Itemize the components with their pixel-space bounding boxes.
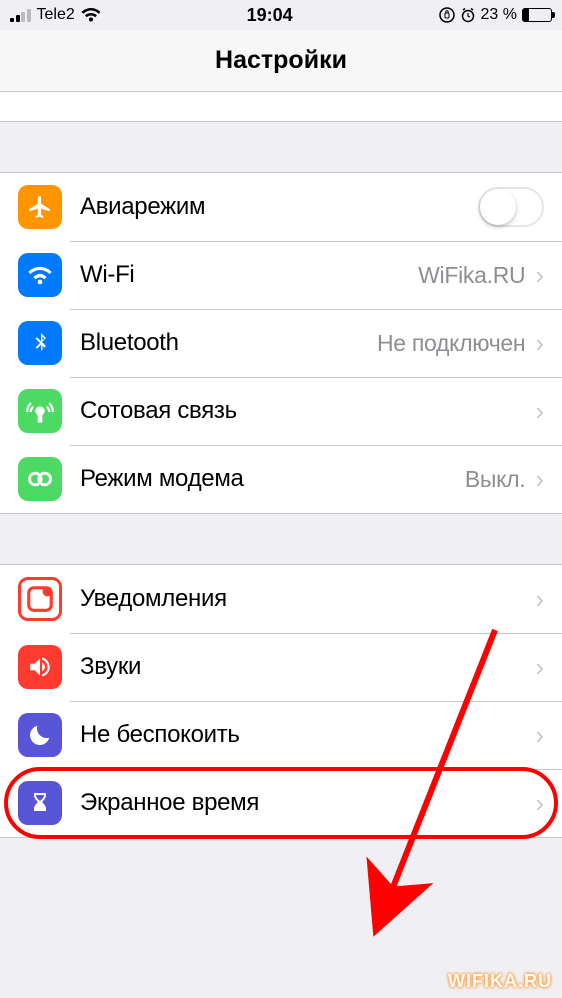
airplane-icon xyxy=(18,185,62,229)
row-label: Режим модема xyxy=(80,465,465,493)
row-value: WiFika.RU xyxy=(418,262,525,289)
battery-percent: 23 % xyxy=(481,6,517,24)
row-value: Выкл. xyxy=(465,466,526,493)
sounds-icon xyxy=(18,645,62,689)
chevron-right-icon: › xyxy=(535,464,544,495)
row-label: Экранное время xyxy=(80,789,535,817)
row-label: Не беспокоить xyxy=(80,721,535,749)
orientation-lock-icon xyxy=(439,7,455,23)
hotspot-icon xyxy=(18,457,62,501)
status-bar: Tele2 19:04 23 % xyxy=(0,0,562,30)
navbar: Настройки xyxy=(0,30,562,92)
status-time: 19:04 xyxy=(247,5,293,26)
signal-bars-icon xyxy=(10,8,31,22)
row-label: Звуки xyxy=(80,653,535,681)
status-bar-left: Tele2 xyxy=(10,6,101,24)
page-title: Настройки xyxy=(215,46,347,75)
alarm-icon xyxy=(460,7,476,23)
chevron-right-icon: › xyxy=(535,396,544,427)
chevron-right-icon: › xyxy=(535,788,544,819)
partial-previous-section xyxy=(0,92,562,122)
section-spacer xyxy=(0,122,562,172)
settings-group-connectivity: Авиарежим Wi-Fi WiFika.RU › Bluetooth Не… xyxy=(0,172,562,514)
row-hotspot[interactable]: Режим модема Выкл. › xyxy=(0,445,562,513)
bluetooth-icon xyxy=(18,321,62,365)
row-label: Wi-Fi xyxy=(80,261,418,289)
wifi-icon xyxy=(81,8,101,22)
wifi-settings-icon xyxy=(18,253,62,297)
row-value: Не подключен xyxy=(377,330,525,357)
dnd-icon xyxy=(18,713,62,757)
chevron-right-icon: › xyxy=(535,260,544,291)
cellular-icon xyxy=(18,389,62,433)
chevron-right-icon: › xyxy=(535,720,544,751)
section-spacer xyxy=(0,514,562,564)
row-sounds[interactable]: Звуки › xyxy=(0,633,562,701)
row-label: Авиарежим xyxy=(80,193,478,221)
row-notifications[interactable]: Уведомления › xyxy=(0,565,562,633)
chevron-right-icon: › xyxy=(535,652,544,683)
watermark: WIFIKA.RU xyxy=(448,971,552,992)
row-label: Сотовая связь xyxy=(80,397,535,425)
settings-group-general: Уведомления › Звуки › Не беспокоить › Эк… xyxy=(0,564,562,838)
status-bar-right: 23 % xyxy=(439,6,552,24)
row-label: Уведомления xyxy=(80,585,535,613)
chevron-right-icon: › xyxy=(535,328,544,359)
row-dnd[interactable]: Не беспокоить › xyxy=(0,701,562,769)
row-screentime[interactable]: Экранное время › xyxy=(0,769,562,837)
row-label: Bluetooth xyxy=(80,329,377,357)
row-airplane-mode[interactable]: Авиарежим xyxy=(0,173,562,241)
chevron-right-icon: › xyxy=(535,584,544,615)
battery-icon xyxy=(522,8,552,22)
carrier-label: Tele2 xyxy=(37,6,75,24)
screentime-icon xyxy=(18,781,62,825)
row-cellular[interactable]: Сотовая связь › xyxy=(0,377,562,445)
row-bluetooth[interactable]: Bluetooth Не подключен › xyxy=(0,309,562,377)
airplane-toggle[interactable] xyxy=(478,187,544,227)
row-wifi[interactable]: Wi-Fi WiFika.RU › xyxy=(0,241,562,309)
notifications-icon xyxy=(18,577,62,621)
